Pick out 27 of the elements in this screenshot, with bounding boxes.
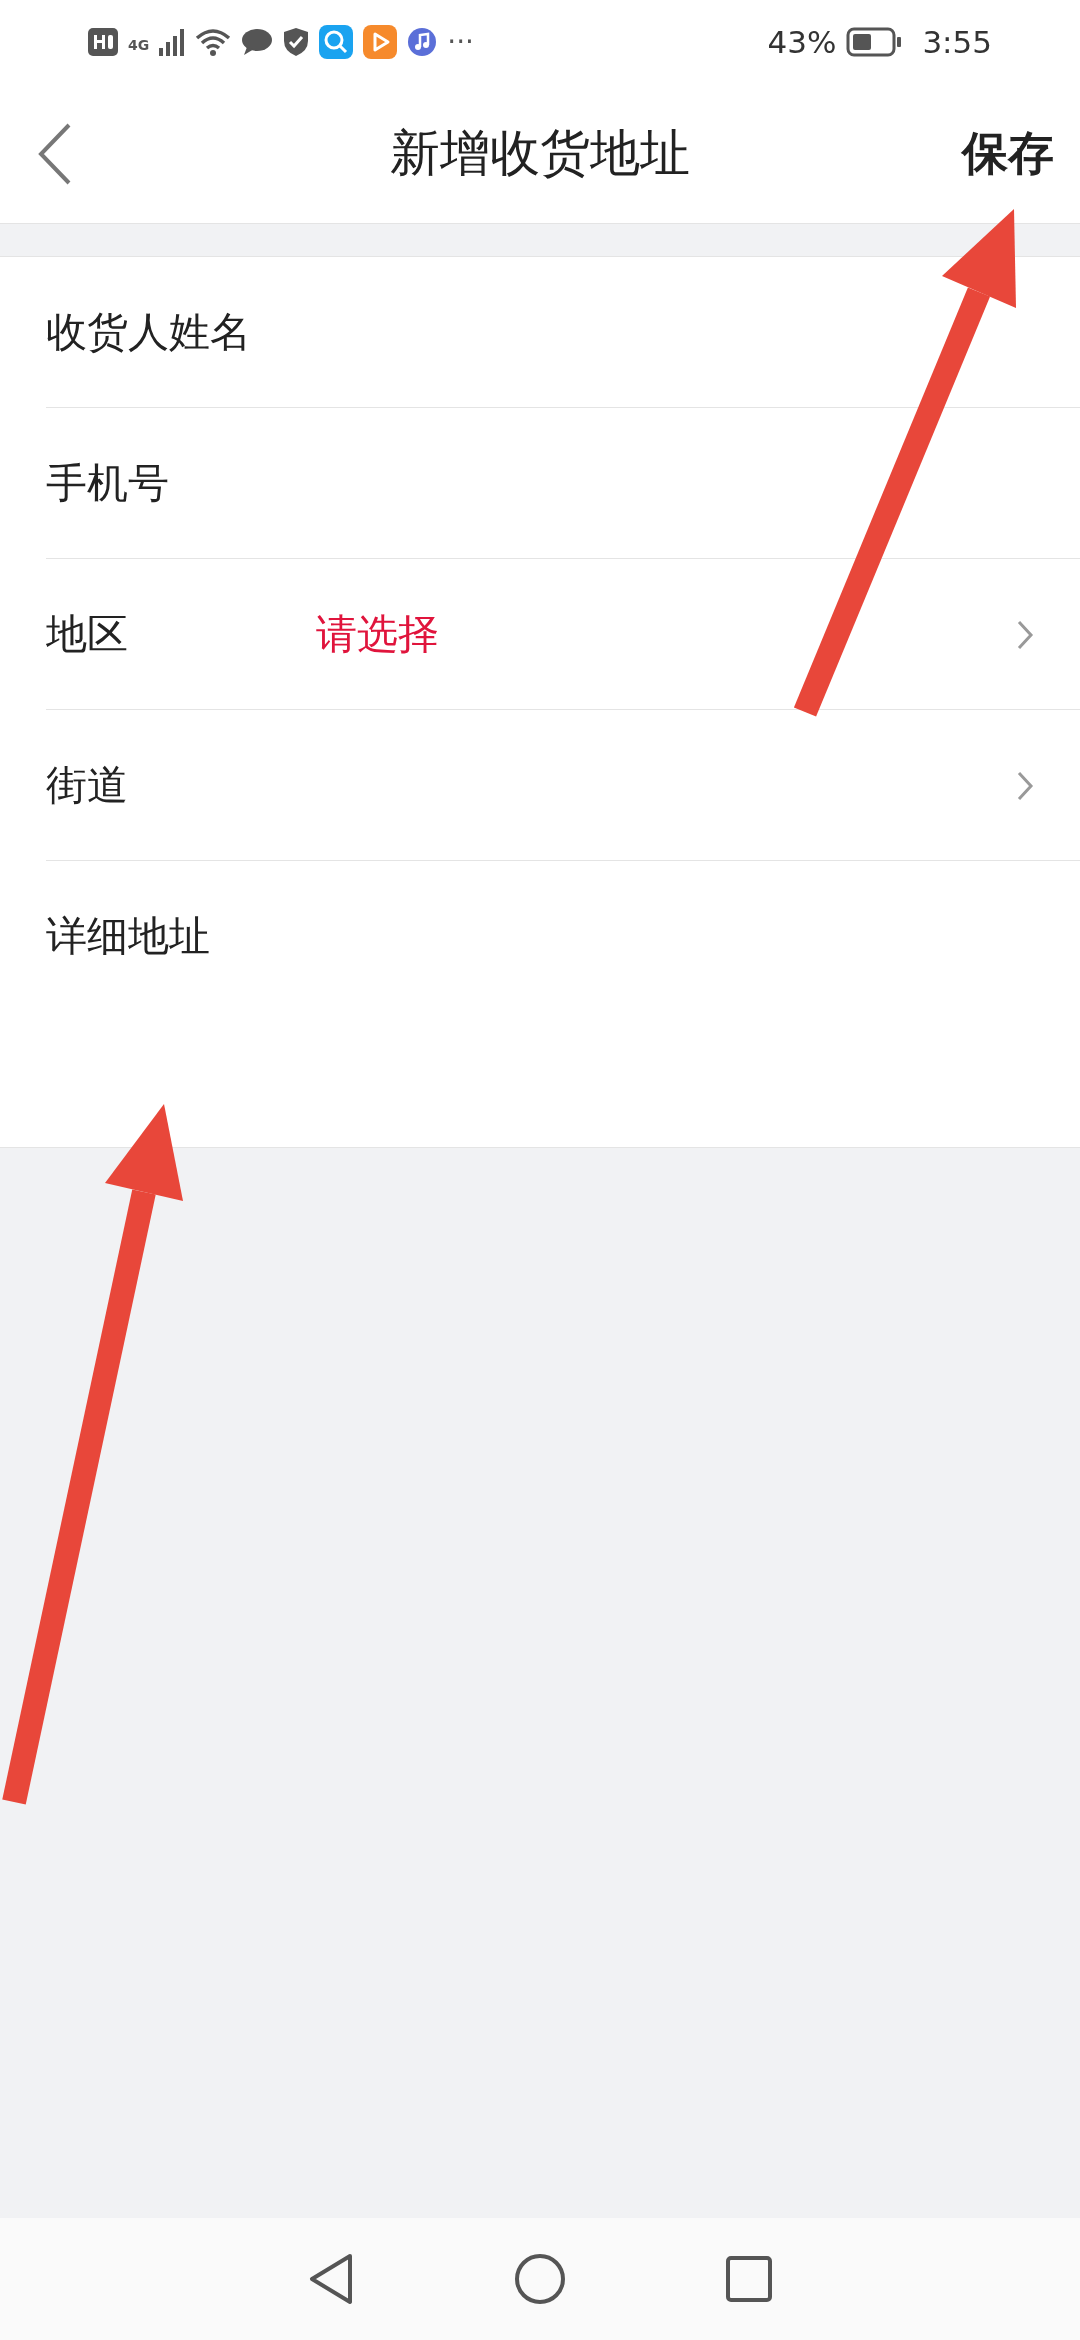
home-icon[interactable]	[514, 2253, 566, 2305]
signal-icon	[159, 28, 186, 56]
time-label: 3:55	[922, 22, 992, 62]
select-prompt[interactable]: 请选择	[316, 603, 439, 666]
field-label: 地区	[46, 608, 129, 660]
shield-icon	[283, 27, 310, 57]
page-title: 新增收货地址	[390, 123, 690, 184]
recents-icon[interactable]	[726, 2256, 772, 2302]
chevron-icon[interactable]	[1016, 770, 1034, 801]
save-button[interactable]: 保存	[962, 119, 1054, 188]
wifi-icon	[195, 28, 232, 56]
field-label: 手机号	[46, 457, 170, 509]
hd-icon	[88, 28, 118, 56]
network-label: 4G	[128, 36, 150, 55]
more-label: ···	[447, 24, 474, 60]
battery-percent: 43%	[767, 22, 837, 62]
search-app-icon	[319, 25, 354, 59]
back-icon[interactable]	[308, 2253, 354, 2305]
music-app-icon	[407, 27, 438, 57]
field-label: 街道	[46, 759, 129, 811]
battery-icon	[846, 27, 903, 57]
chevron-icon[interactable]	[1016, 619, 1034, 650]
field-label: 详细地址	[46, 910, 211, 962]
play-app-icon	[363, 25, 398, 59]
field-label: 收货人姓名	[46, 306, 252, 358]
back-icon[interactable]	[38, 122, 72, 185]
chat-icon	[241, 28, 274, 56]
